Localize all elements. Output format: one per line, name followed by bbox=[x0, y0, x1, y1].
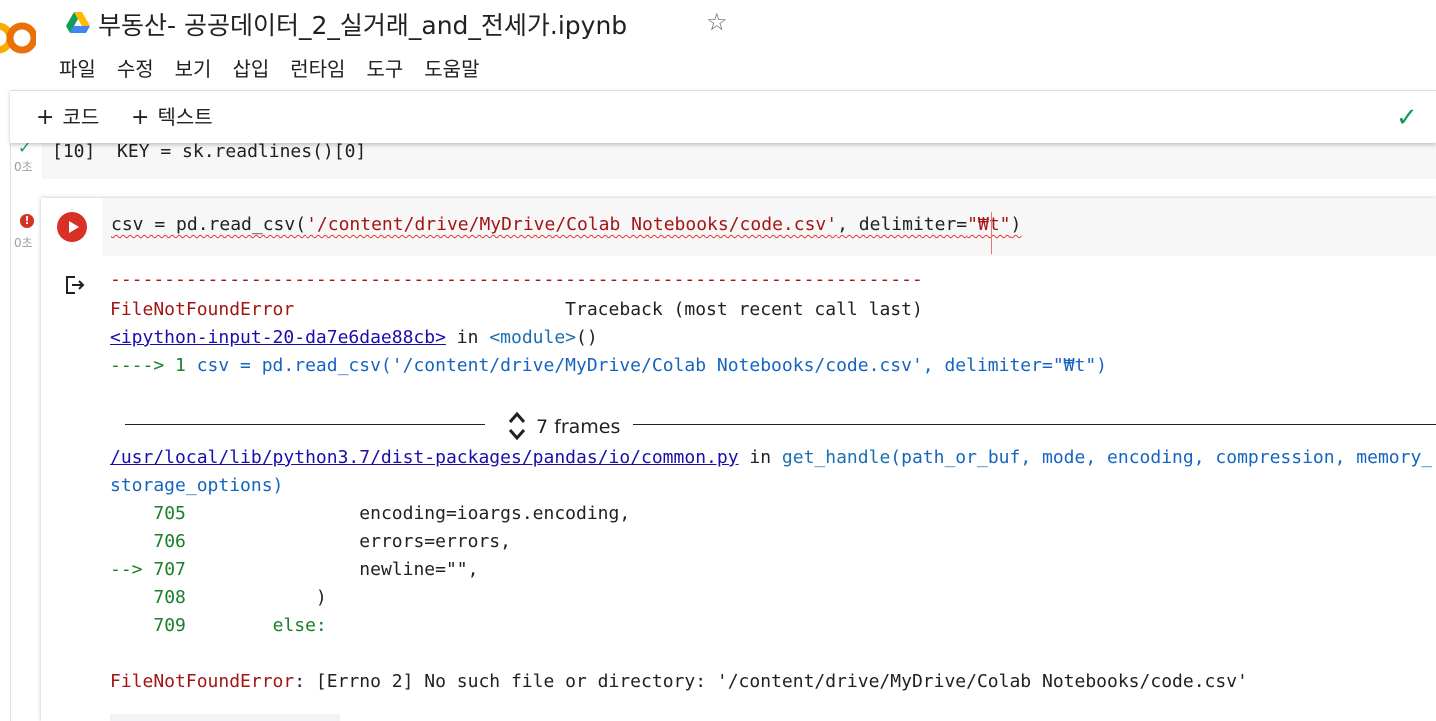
ipython-input-link[interactable]: <ipython-input-20-da7e6dae88cb> bbox=[110, 327, 446, 348]
file-link[interactable]: /usr/local/lib/python3.7/dist-packages/p… bbox=[110, 447, 739, 468]
menu-help[interactable]: 도움말 bbox=[424, 53, 479, 82]
execution-time: 0초 bbox=[14, 160, 33, 174]
source-line: 708 ) bbox=[153, 587, 327, 608]
google-drive-icon[interactable] bbox=[66, 12, 90, 34]
frames-divider bbox=[633, 424, 1436, 425]
error-message: : [Errno 2] No such file or directory: '… bbox=[294, 671, 1248, 692]
function-name: get_handle bbox=[781, 447, 891, 468]
code-line[interactable]: [10] KEY = sk.readlines()[0] bbox=[52, 141, 366, 162]
traceback-divider: ----------------------------------------… bbox=[110, 269, 923, 290]
left-divider bbox=[10, 90, 11, 721]
traceback-args-cont: storage_options) bbox=[110, 475, 284, 496]
source-line: 709 else: bbox=[153, 615, 327, 636]
source-line: 706 errors=errors, bbox=[153, 531, 511, 552]
menu-edit[interactable]: 수정 bbox=[117, 53, 154, 82]
module-name: <module> bbox=[489, 327, 577, 348]
plus-icon: + bbox=[36, 105, 55, 130]
notebook-toolbar: +코드 +텍스트 ✓ □ bbox=[10, 90, 1436, 143]
plus-icon: + bbox=[131, 105, 150, 130]
traceback-file-line: /usr/local/lib/python3.7/dist-packages/p… bbox=[110, 447, 1433, 468]
check-icon[interactable]: ✓ bbox=[1396, 103, 1418, 133]
add-text-button[interactable]: + 텍스트 bbox=[131, 101, 213, 130]
expand-collapse-icon[interactable] bbox=[506, 410, 528, 442]
source-line: 705 encoding=ioargs.encoding, bbox=[153, 503, 631, 524]
error-name: FileNotFoundError bbox=[110, 671, 295, 692]
final-error-line: FileNotFoundError: [Errno 2] No such fil… bbox=[110, 671, 1248, 692]
output-footer bbox=[110, 714, 340, 721]
traceback-arrow-line: ----> 1 csv = pd.read_csv('/content/driv… bbox=[110, 355, 1108, 376]
frames-toggle-label[interactable]: 7 frames bbox=[536, 416, 620, 438]
source-line: --> 707 newline="", bbox=[110, 559, 479, 580]
execution-time: 0초 bbox=[14, 236, 33, 250]
menu-runtime[interactable]: 런타임 bbox=[290, 53, 345, 82]
menu-view[interactable]: 보기 bbox=[175, 53, 212, 82]
code-line[interactable]: csv = pd.read_csv('/content/drive/MyDriv… bbox=[111, 214, 1021, 235]
menu-insert[interactable]: 삽입 bbox=[232, 53, 269, 82]
code-token: csv = pd.read_csv( bbox=[111, 214, 307, 235]
add-text-label: 텍스트 bbox=[157, 105, 213, 129]
menu-tools[interactable]: 도구 bbox=[366, 53, 403, 82]
colab-logo-icon[interactable] bbox=[0, 18, 36, 58]
code-token: , delimiter= bbox=[837, 214, 968, 235]
error-name: FileNotFoundError bbox=[110, 299, 295, 320]
code-string: "₩t" bbox=[967, 214, 1011, 235]
menu-bar: 파일 수정 보기 삽입 런타임 도구 도움말 bbox=[59, 53, 500, 82]
notebook-title[interactable]: 부동산- 공공데이터_2_실거래_and_전세가.ipynb bbox=[98, 6, 627, 42]
notebook-header: 부동산- 공공데이터_2_실거래_and_전세가.ipynb ☆ 파일 수정 보… bbox=[0, 0, 1436, 90]
code-string: '/content/drive/MyDrive/Colab Notebooks/… bbox=[306, 214, 838, 235]
menu-file[interactable]: 파일 bbox=[59, 53, 96, 82]
run-button[interactable] bbox=[57, 212, 87, 242]
frames-divider bbox=[125, 424, 485, 425]
star-icon[interactable]: ☆ bbox=[706, 8, 728, 36]
error-icon: ! bbox=[20, 214, 34, 228]
output-clear-icon[interactable] bbox=[62, 273, 86, 297]
code-token: ) bbox=[1010, 214, 1022, 235]
add-code-button[interactable]: + 코드 bbox=[36, 101, 99, 130]
add-code-label: 코드 bbox=[62, 105, 100, 129]
traceback-header: FileNotFoundError Traceback (most recent… bbox=[110, 299, 923, 320]
traceback-label: Traceback (most recent call last) bbox=[565, 299, 923, 320]
text-cursor bbox=[991, 212, 992, 254]
traceback-location: <ipython-input-20-da7e6dae88cb> in <modu… bbox=[110, 327, 598, 348]
